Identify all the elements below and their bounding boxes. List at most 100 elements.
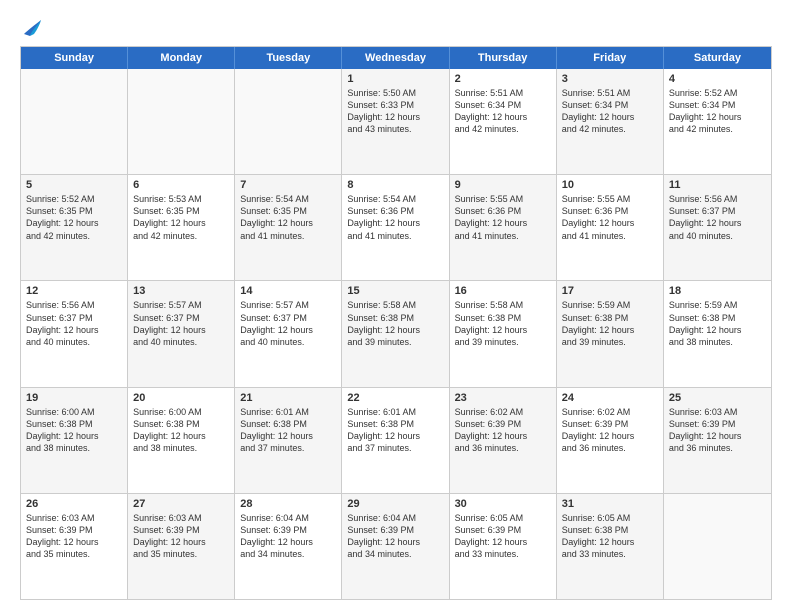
day-text-22: Sunrise: 6:01 AM Sunset: 6:38 PM Dayligh… (347, 406, 443, 455)
day-text-24: Sunrise: 6:02 AM Sunset: 6:39 PM Dayligh… (562, 406, 658, 455)
day-text-19: Sunrise: 6:00 AM Sunset: 6:38 PM Dayligh… (26, 406, 122, 455)
cal-row-4: 26 Sunrise: 6:03 AM Sunset: 6:39 PM Dayli… (21, 494, 771, 599)
cal-cell-20: 20 Sunrise: 6:00 AM Sunset: 6:38 PM Dayli… (128, 388, 235, 493)
cal-cell-14: 14 Sunrise: 5:57 AM Sunset: 6:37 PM Dayli… (235, 281, 342, 386)
cal-cell-4: 4Sunrise: 5:52 AM Sunset: 6:34 PM Daylig… (664, 69, 771, 174)
cal-cell-8: 8Sunrise: 5:54 AM Sunset: 6:36 PM Daylig… (342, 175, 449, 280)
day-text-13: Sunrise: 5:57 AM Sunset: 6:37 PM Dayligh… (133, 299, 229, 348)
cal-cell-30: 30 Sunrise: 6:05 AM Sunset: 6:39 PM Dayli… (450, 494, 557, 599)
cal-cell-23: 23Sunrise: 6:02 AM Sunset: 6:39 PM Dayli… (450, 388, 557, 493)
day-text-23: Sunrise: 6:02 AM Sunset: 6:39 PM Dayligh… (455, 406, 551, 455)
day-text-5: Sunrise: 5:52 AM Sunset: 6:35 PM Dayligh… (26, 193, 122, 242)
cal-cell-26: 26 Sunrise: 6:03 AM Sunset: 6:39 PM Dayli… (21, 494, 128, 599)
header-day-saturday: Saturday (664, 47, 771, 69)
day-number-28: 28 (240, 498, 336, 510)
day-number-16: 16 (455, 285, 551, 297)
day-text-6: Sunrise: 5:53 AM Sunset: 6:35 PM Dayligh… (133, 193, 229, 242)
day-number-13: 13 (133, 285, 229, 297)
day-number-14: 14 (240, 285, 336, 297)
cal-cell-13: 13 Sunrise: 5:57 AM Sunset: 6:37 PM Dayli… (128, 281, 235, 386)
day-number-2: 2 (455, 73, 551, 85)
cal-cell-empty-0-0 (21, 69, 128, 174)
day-text-26: Sunrise: 6:03 AM Sunset: 6:39 PM Dayligh… (26, 512, 122, 561)
day-number-12: 12 (26, 285, 122, 297)
cal-cell-17: 17 Sunrise: 5:59 AM Sunset: 6:38 PM Dayli… (557, 281, 664, 386)
cal-cell-10: 10Sunrise: 5:55 AM Sunset: 6:36 PM Dayli… (557, 175, 664, 280)
day-number-6: 6 (133, 179, 229, 191)
day-number-22: 22 (347, 392, 443, 404)
cal-cell-29: 29 Sunrise: 6:04 AM Sunset: 6:39 PM Dayli… (342, 494, 449, 599)
day-number-5: 5 (26, 179, 122, 191)
day-text-1: Sunrise: 5:50 AM Sunset: 6:33 PM Dayligh… (347, 87, 443, 136)
day-text-9: Sunrise: 5:55 AM Sunset: 6:36 PM Dayligh… (455, 193, 551, 242)
day-text-25: Sunrise: 6:03 AM Sunset: 6:39 PM Dayligh… (669, 406, 766, 455)
cal-cell-31: 31 Sunrise: 6:05 AM Sunset: 6:38 PM Dayli… (557, 494, 664, 599)
day-number-30: 30 (455, 498, 551, 510)
day-number-29: 29 (347, 498, 443, 510)
day-text-17: Sunrise: 5:59 AM Sunset: 6:38 PM Dayligh… (562, 299, 658, 348)
calendar-body: 1Sunrise: 5:50 AM Sunset: 6:33 PM Daylig… (21, 69, 771, 599)
cal-cell-empty-0-2 (235, 69, 342, 174)
day-text-4: Sunrise: 5:52 AM Sunset: 6:34 PM Dayligh… (669, 87, 766, 136)
cal-cell-21: 21 Sunrise: 6:01 AM Sunset: 6:38 PM Dayli… (235, 388, 342, 493)
day-text-2: Sunrise: 5:51 AM Sunset: 6:34 PM Dayligh… (455, 87, 551, 136)
day-text-16: Sunrise: 5:58 AM Sunset: 6:38 PM Dayligh… (455, 299, 551, 348)
day-text-11: Sunrise: 5:56 AM Sunset: 6:37 PM Dayligh… (669, 193, 766, 242)
day-text-20: Sunrise: 6:00 AM Sunset: 6:38 PM Dayligh… (133, 406, 229, 455)
day-number-25: 25 (669, 392, 766, 404)
cal-cell-empty-4-6 (664, 494, 771, 599)
cal-cell-27: 27 Sunrise: 6:03 AM Sunset: 6:39 PM Dayli… (128, 494, 235, 599)
header-day-tuesday: Tuesday (235, 47, 342, 69)
cal-cell-18: 18Sunrise: 5:59 AM Sunset: 6:38 PM Dayli… (664, 281, 771, 386)
cal-cell-16: 16 Sunrise: 5:58 AM Sunset: 6:38 PM Dayli… (450, 281, 557, 386)
day-text-12: Sunrise: 5:56 AM Sunset: 6:37 PM Dayligh… (26, 299, 122, 348)
header-day-wednesday: Wednesday (342, 47, 449, 69)
day-text-8: Sunrise: 5:54 AM Sunset: 6:36 PM Dayligh… (347, 193, 443, 242)
cal-cell-25: 25 Sunrise: 6:03 AM Sunset: 6:39 PM Dayli… (664, 388, 771, 493)
calendar: SundayMondayTuesdayWednesdayThursdayFrid… (20, 46, 772, 600)
day-text-10: Sunrise: 5:55 AM Sunset: 6:36 PM Dayligh… (562, 193, 658, 242)
day-number-27: 27 (133, 498, 229, 510)
day-text-30: Sunrise: 6:05 AM Sunset: 6:39 PM Dayligh… (455, 512, 551, 561)
cal-cell-15: 15 Sunrise: 5:58 AM Sunset: 6:38 PM Dayli… (342, 281, 449, 386)
cal-row-2: 12 Sunrise: 5:56 AM Sunset: 6:37 PM Dayli… (21, 281, 771, 387)
cal-cell-5: 5 Sunrise: 5:52 AM Sunset: 6:35 PM Daylig… (21, 175, 128, 280)
cal-cell-6: 6 Sunrise: 5:53 AM Sunset: 6:35 PM Daylig… (128, 175, 235, 280)
cal-cell-3: 3Sunrise: 5:51 AM Sunset: 6:34 PM Daylig… (557, 69, 664, 174)
day-text-7: Sunrise: 5:54 AM Sunset: 6:35 PM Dayligh… (240, 193, 336, 242)
day-number-17: 17 (562, 285, 658, 297)
cal-row-0: 1Sunrise: 5:50 AM Sunset: 6:33 PM Daylig… (21, 69, 771, 175)
day-number-21: 21 (240, 392, 336, 404)
cal-cell-12: 12 Sunrise: 5:56 AM Sunset: 6:37 PM Dayli… (21, 281, 128, 386)
day-number-31: 31 (562, 498, 658, 510)
day-number-24: 24 (562, 392, 658, 404)
header (20, 16, 772, 36)
cal-row-1: 5 Sunrise: 5:52 AM Sunset: 6:35 PM Daylig… (21, 175, 771, 281)
day-text-3: Sunrise: 5:51 AM Sunset: 6:34 PM Dayligh… (562, 87, 658, 136)
day-number-15: 15 (347, 285, 443, 297)
day-text-29: Sunrise: 6:04 AM Sunset: 6:39 PM Dayligh… (347, 512, 443, 561)
day-number-11: 11 (669, 179, 766, 191)
day-text-31: Sunrise: 6:05 AM Sunset: 6:38 PM Dayligh… (562, 512, 658, 561)
day-number-20: 20 (133, 392, 229, 404)
logo-bird-icon (22, 16, 42, 38)
cal-cell-11: 11 Sunrise: 5:56 AM Sunset: 6:37 PM Dayli… (664, 175, 771, 280)
day-number-19: 19 (26, 392, 122, 404)
header-day-sunday: Sunday (21, 47, 128, 69)
day-text-21: Sunrise: 6:01 AM Sunset: 6:38 PM Dayligh… (240, 406, 336, 455)
cal-cell-7: 7 Sunrise: 5:54 AM Sunset: 6:35 PM Daylig… (235, 175, 342, 280)
day-number-26: 26 (26, 498, 122, 510)
cal-cell-2: 2 Sunrise: 5:51 AM Sunset: 6:34 PM Daylig… (450, 69, 557, 174)
day-number-18: 18 (669, 285, 766, 297)
day-text-15: Sunrise: 5:58 AM Sunset: 6:38 PM Dayligh… (347, 299, 443, 348)
day-text-14: Sunrise: 5:57 AM Sunset: 6:37 PM Dayligh… (240, 299, 336, 348)
header-day-thursday: Thursday (450, 47, 557, 69)
day-text-27: Sunrise: 6:03 AM Sunset: 6:39 PM Dayligh… (133, 512, 229, 561)
cal-cell-24: 24 Sunrise: 6:02 AM Sunset: 6:39 PM Dayli… (557, 388, 664, 493)
cal-cell-empty-0-1 (128, 69, 235, 174)
header-day-monday: Monday (128, 47, 235, 69)
day-number-7: 7 (240, 179, 336, 191)
cal-cell-19: 19 Sunrise: 6:00 AM Sunset: 6:38 PM Dayli… (21, 388, 128, 493)
day-number-9: 9 (455, 179, 551, 191)
cal-cell-1: 1Sunrise: 5:50 AM Sunset: 6:33 PM Daylig… (342, 69, 449, 174)
